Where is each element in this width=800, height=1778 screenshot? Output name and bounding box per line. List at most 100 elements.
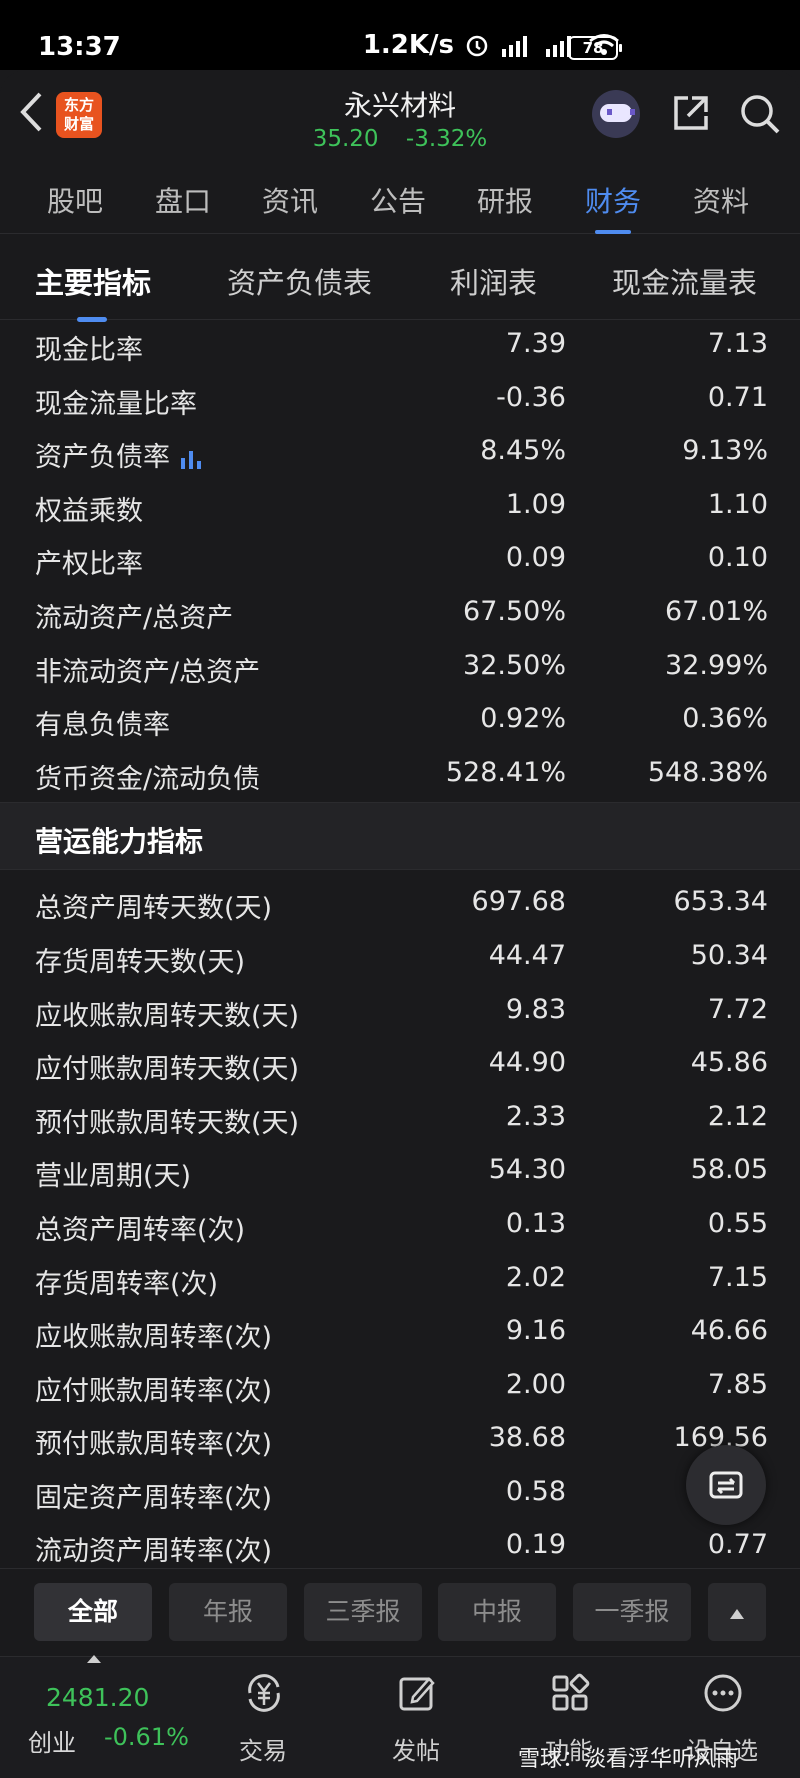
table-row: 营业周期(天) 54.30 58.05: [0, 1146, 800, 1200]
row-value-2: 7.85: [707, 1368, 768, 1400]
indicator-table: 现金比率 7.39 7.13 现金流量比率 -0.36 0.71 资产负债率 8…: [0, 320, 800, 1575]
row-label: 货币资金/流动负债: [35, 763, 261, 795]
bottom-nav: 2481.20 创业 -0.61% 交易 发帖 功能 设自选 雪球：淡看浮华听风…: [0, 1655, 800, 1778]
table-row: 预付账款周转率(次) 38.68 169.56: [0, 1414, 800, 1468]
row-value-2: 0.77: [707, 1529, 768, 1561]
row-value-2: 0.55: [707, 1207, 768, 1239]
row-value-2: 50.34: [690, 939, 768, 971]
search-icon[interactable]: [738, 92, 782, 136]
index-name: 创业: [28, 1729, 76, 1757]
section-title: 营运能力指标: [35, 825, 204, 859]
row-label: 产权比率: [35, 549, 143, 581]
row-value-2: 653.34: [673, 886, 768, 918]
finance-sub-tabs: 主要指标 资产负债表 利润表 现金流量表: [0, 234, 800, 322]
row-label: 固定资产周转率(次): [35, 1482, 273, 1514]
row-value-1: 8.45%: [480, 435, 566, 467]
table-row: 货币资金/流动负债 528.41% 548.38%: [0, 749, 800, 803]
nav-post-label: 发帖: [392, 1737, 440, 1765]
edit-icon: [399, 1677, 435, 1711]
collapse-button[interactable]: [708, 1583, 766, 1641]
row-value-1: 0.13: [505, 1207, 566, 1239]
row-value-2: 32.99%: [665, 649, 768, 681]
row-label: 有息负债率: [35, 710, 170, 742]
filter-midyear[interactable]: 中报: [438, 1583, 556, 1641]
tab-profile[interactable]: 资料: [693, 180, 749, 220]
switch-icon: [709, 1471, 743, 1499]
signal-icon: [502, 36, 527, 57]
table-row: 应付账款周转天数(天) 44.90 45.86: [0, 1039, 800, 1093]
filter-q1[interactable]: 一季报: [573, 1583, 691, 1641]
table-row: 产权比率 0.09 0.10: [0, 534, 800, 588]
tab-finance[interactable]: 财务: [585, 180, 641, 234]
tab-guba[interactable]: 股吧: [47, 180, 103, 220]
alarm-icon: [466, 35, 488, 57]
table-row: 总资产周转率(次) 0.13 0.55: [0, 1200, 800, 1254]
watermark-text: 雪球：淡看浮华听风雨: [518, 1747, 739, 1772]
row-value-1: 1.09: [505, 488, 566, 520]
stock-change: -3.32%: [405, 126, 488, 152]
row-value-1: 54.30: [488, 1154, 566, 1186]
bar-chart-icon[interactable]: [180, 449, 202, 469]
table-row: 现金流量比率 -0.36 0.71: [0, 374, 800, 428]
row-label: 营业周期(天): [35, 1161, 192, 1193]
row-value-1: 2.00: [505, 1368, 566, 1400]
row-value-2: 7.15: [707, 1261, 768, 1293]
table-row: 应付账款周转率(次) 2.00 7.85: [0, 1361, 800, 1415]
row-label: 总资产周转天数(天): [35, 893, 273, 925]
row-value-1: 9.16: [505, 1315, 566, 1347]
subtab-cash-flow[interactable]: 现金流量表: [612, 260, 757, 302]
row-value-1: 0.19: [505, 1529, 566, 1561]
table-row: 资产负债率 8.45% 9.13%: [0, 427, 800, 481]
row-value-2: 67.01%: [665, 595, 768, 627]
tab-news[interactable]: 资讯: [262, 180, 318, 220]
row-label: 现金比率: [35, 335, 143, 366]
row-label: 现金流量比率: [35, 388, 197, 420]
tab-announcements[interactable]: 公告: [370, 180, 426, 220]
table-row: 存货周转率(次) 2.02 7.15: [0, 1254, 800, 1308]
row-value-2: 58.05: [690, 1154, 768, 1186]
index-change: -0.61%: [104, 1723, 189, 1751]
row-value-2: 7.72: [707, 993, 768, 1025]
row-label: 非流动资产/总资产: [35, 656, 261, 688]
filter-q3[interactable]: 三季报: [304, 1583, 422, 1641]
share-icon[interactable]: [670, 92, 712, 134]
row-value-2: 1.10: [707, 488, 768, 520]
caret-up-icon: [87, 1655, 101, 1663]
table-row: 流动资产/总资产 67.50% 67.01%: [0, 588, 800, 642]
subtab-key-indicators[interactable]: 主要指标: [35, 260, 151, 322]
stock-price: 35.20: [312, 126, 379, 152]
table-row: 有息负债率 0.92% 0.36%: [0, 695, 800, 749]
row-label: 应收账款周转率(次): [35, 1322, 273, 1354]
stock-header: 东方 财富 永兴材料 35.20 -3.32%: [0, 70, 800, 162]
assistant-robot-icon[interactable]: [592, 90, 640, 138]
index-value: 2481.20: [46, 1683, 150, 1712]
row-label: 流动资产/总资产: [35, 602, 234, 634]
row-value-1: 38.68: [488, 1422, 566, 1454]
tab-pankou[interactable]: 盘口: [155, 180, 211, 220]
status-time: 13:37: [38, 32, 121, 62]
filter-annual[interactable]: 年报: [169, 1583, 287, 1641]
battery-indicator: 78: [568, 36, 622, 60]
row-label: 资产负债率: [35, 435, 202, 474]
tab-research[interactable]: 研报: [477, 180, 533, 220]
row-label: 应收账款周转天数(天): [35, 1000, 300, 1032]
row-value-2: 0.36%: [682, 703, 768, 735]
yuan-refresh-icon: [248, 1674, 280, 1712]
table-row: 固定资产周转率(次) 0.58: [0, 1468, 800, 1522]
row-value-1: 0.92%: [480, 703, 566, 735]
table-row: 非流动资产/总资产 32.50% 32.99%: [0, 642, 800, 696]
row-value-1: 528.41%: [445, 756, 566, 788]
row-value-1: 2.33: [505, 1100, 566, 1132]
grid-icon: [552, 1673, 590, 1711]
main-tabs: 股吧 盘口 资讯 公告 研报 财务 资料: [0, 162, 800, 234]
subtab-balance-sheet[interactable]: 资产负债表: [227, 260, 372, 302]
row-label-text: 资产负债率: [35, 442, 170, 474]
row-value-1: 44.47: [488, 939, 566, 971]
row-label: 预付账款周转天数(天): [35, 1107, 300, 1139]
filter-all[interactable]: 全部: [34, 1583, 152, 1641]
row-value-2: 0.71: [707, 381, 768, 413]
subtab-income-statement[interactable]: 利润表: [450, 260, 537, 302]
triangle-up-icon: [730, 1609, 744, 1619]
screen: 13:37 1.2K/s 78 东方 财富 永兴材料 35.20 -3.32% …: [0, 0, 800, 1778]
switch-view-button[interactable]: [686, 1445, 766, 1525]
